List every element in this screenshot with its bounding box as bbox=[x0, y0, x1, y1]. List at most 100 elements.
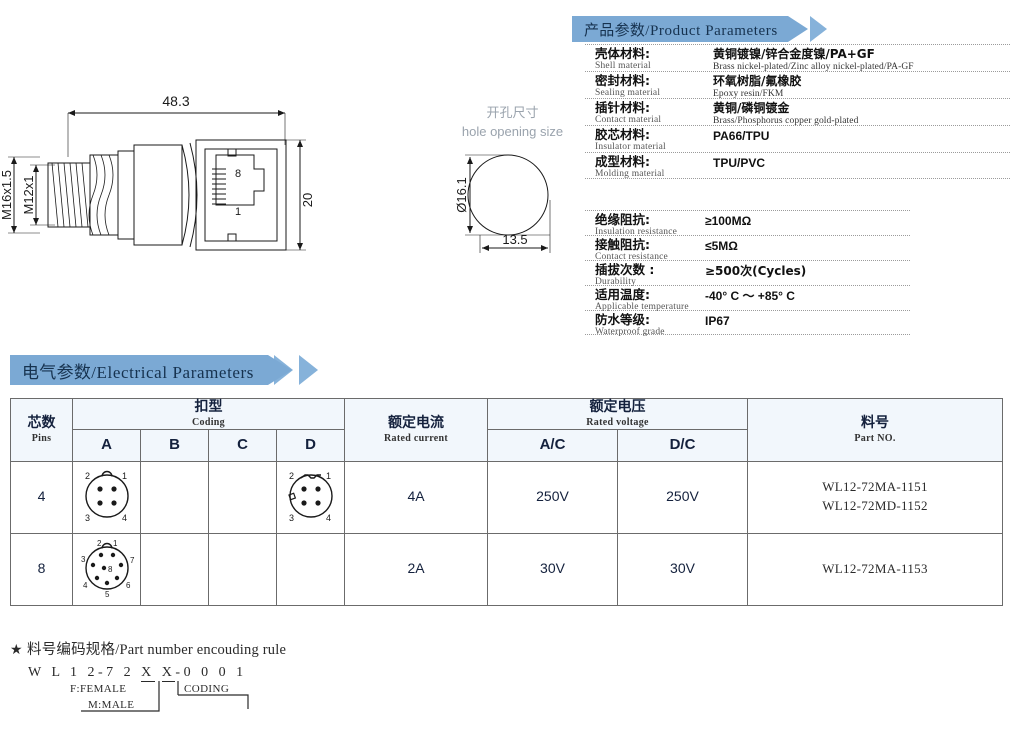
spec-name: 插拔次数 : Durability bbox=[585, 261, 705, 289]
banner-label: 产品参数/Product Parameters bbox=[584, 19, 778, 40]
spec-value-text: ≥500次(Cycles) bbox=[705, 264, 807, 278]
parameter-name-zh: 壳体材料: bbox=[595, 46, 650, 61]
encoding-leader-lines bbox=[81, 681, 249, 712]
encoding-title-en: Part number encouding rule bbox=[119, 642, 287, 658]
electrical-parameters-table: 芯数 Pins 扣型 Coding 额定电流 Rated current 额定电… bbox=[10, 398, 1003, 606]
length-dimension-label: 48.3 bbox=[162, 93, 189, 109]
parameter-name-zh: 密封材料: bbox=[595, 73, 650, 88]
cell-voltage-ac: 30V bbox=[487, 532, 618, 606]
parameter-value-zh: 黄铜镀镍/锌合金度镍/PA+GF bbox=[713, 47, 875, 61]
svg-text:1: 1 bbox=[326, 471, 331, 481]
header-partno-en: Part NO. bbox=[854, 432, 896, 444]
spec-value-text: IP67 bbox=[705, 314, 730, 328]
svg-text:5: 5 bbox=[105, 590, 110, 599]
svg-text:2: 2 bbox=[97, 539, 102, 548]
header-rated-voltage: 额定电压 Rated voltage bbox=[487, 398, 748, 430]
cell-coding-b bbox=[140, 460, 209, 534]
pinout-8pin-a-icon: 1 2 3 4 5 6 7 8 bbox=[81, 539, 135, 599]
inner-thread-label: M12x1 bbox=[21, 175, 36, 214]
spec-row: 插拔次数 : Durability ≥500次(Cycles) bbox=[585, 260, 910, 287]
spec-name: 适用温度: Applicable temperature bbox=[585, 286, 705, 314]
svg-text:3: 3 bbox=[81, 555, 86, 564]
banner-label-zh: 电气参数 bbox=[22, 362, 92, 383]
parameter-row: 壳体材料: Shell material 黄铜镀镍/锌合金度镍/PA+GF Br… bbox=[585, 44, 1010, 73]
banner-label-zh: 产品参数 bbox=[584, 20, 646, 39]
encoding-code-string: W L 1 2-7 2 X X-0 0 0 1 bbox=[28, 665, 410, 682]
table-header-row: 芯数 Pins 扣型 Coding 额定电流 Rated current 额定电… bbox=[10, 398, 1003, 462]
svg-text:6: 6 bbox=[126, 581, 131, 590]
cell-coding-d bbox=[276, 532, 345, 606]
part-number: WL12-72MA-1151 bbox=[822, 479, 928, 495]
parameter-value-zh: PA66/TPU bbox=[713, 129, 770, 143]
spec-value: IP67 bbox=[705, 311, 730, 328]
svg-text:7: 7 bbox=[130, 556, 135, 565]
banner-label-en: Electrical Parameters bbox=[96, 362, 255, 382]
cell-voltage-ac: 250V bbox=[487, 460, 618, 534]
code-suffix: -0 0 0 1 bbox=[175, 665, 247, 680]
spec-name-zh: 适用温度: bbox=[595, 287, 650, 302]
parameter-value: 黄铜/磷铜镀金 Brass/Phosphorus copper gold-pla… bbox=[713, 99, 858, 127]
header-coding-a: A bbox=[72, 428, 141, 462]
spec-value-text: ≥100MΩ bbox=[705, 214, 752, 228]
spec-value: -40° C ～ +85° C bbox=[705, 286, 795, 303]
spec-value-text: -40° C ～ +85° C bbox=[705, 289, 795, 303]
header-part-no: 料号 Part NO. bbox=[747, 398, 1003, 462]
spec-value: ≥100MΩ bbox=[705, 211, 751, 228]
materials-parameter-table: 壳体材料: Shell material 黄铜镀镍/锌合金度镍/PA+GF Br… bbox=[585, 44, 1010, 179]
svg-text:1: 1 bbox=[113, 539, 118, 548]
part-number: WL12-72MD-1152 bbox=[822, 498, 928, 514]
cell-coding-b bbox=[140, 532, 209, 606]
svg-text:3: 3 bbox=[289, 513, 294, 523]
jack-pin-1-label: 1 bbox=[235, 206, 241, 218]
parameter-name: 壳体材料: Shell material bbox=[585, 45, 713, 73]
hole-opening-title-en: hole opening size bbox=[461, 123, 564, 139]
svg-text:4: 4 bbox=[326, 513, 331, 523]
cell-voltage-dc: 250V bbox=[617, 460, 748, 534]
spec-row: 防水等级: Waterproof grade IP67 bbox=[585, 310, 910, 338]
cell-pins: 8 bbox=[10, 532, 73, 606]
parameter-value-zh: 环氧树脂/氟橡胶 bbox=[713, 74, 802, 88]
parameter-row: 胶芯材料: Insulator material PA66/TPU bbox=[585, 125, 1010, 152]
svg-text:1: 1 bbox=[122, 471, 127, 481]
pinout-4pin-a-icon: 1 2 3 4 bbox=[85, 470, 129, 523]
hole-diameter-label: Ø16.1 bbox=[454, 177, 469, 212]
spec-name-zh: 接触阻抗: bbox=[595, 237, 650, 252]
header-pins-en: Pins bbox=[31, 432, 52, 444]
parameter-value: PA66/TPU bbox=[713, 126, 769, 143]
banner-body: 电气参数/Electrical Parameters bbox=[10, 355, 293, 385]
connector-technical-drawing: 48.3 M16x1.5 M12x1 20 8 1 bbox=[0, 85, 360, 255]
header-coding-b: B bbox=[140, 428, 209, 462]
header-voltage-ac: A/C bbox=[487, 428, 618, 462]
header-voltage-dc: D/C bbox=[617, 428, 748, 462]
parameter-name-zh: 成型材料: bbox=[595, 154, 650, 169]
header-coding-c: C bbox=[208, 428, 277, 462]
banner-body: 产品参数/Product Parameters bbox=[572, 16, 808, 42]
cell-coding-d: 1 2 3 4 bbox=[276, 460, 345, 534]
star-icon: ★ bbox=[10, 641, 23, 657]
spec-name-en: Waterproof grade bbox=[595, 327, 665, 338]
outer-thread-label: M16x1.5 bbox=[0, 170, 14, 220]
header-partno-zh: 料号 bbox=[861, 415, 889, 431]
table-row: 8 1 2 3 4 5 6 7 8 2A 30V 30V WL12-72MA-1… bbox=[10, 532, 1003, 606]
hole-opening-title: 开孔尺寸 hole opening size bbox=[420, 105, 605, 140]
spec-row: 适用温度: Applicable temperature -40° C ～ +8… bbox=[585, 285, 910, 312]
cell-part-numbers: WL12-72MA-1151 WL12-72MD-1152 bbox=[747, 460, 1003, 534]
product-parameters-banner: 产品参数/Product Parameters bbox=[572, 16, 827, 42]
spec-row: 接触阻抗: Contact resistance ≤5MΩ bbox=[585, 235, 910, 262]
cell-coding-a: 1 2 3 4 bbox=[72, 460, 141, 534]
code-placeholder-gender: X bbox=[141, 665, 155, 682]
parameter-name: 胶芯材料: Insulator material bbox=[585, 126, 713, 154]
header-current-zh: 额定电流 bbox=[388, 415, 444, 431]
spec-name-zh: 插拔次数 : bbox=[595, 262, 655, 277]
cell-rated-current: 4A bbox=[344, 460, 488, 534]
encoding-legend: F:FEMALE M:MALE CODING bbox=[28, 681, 410, 735]
header-voltage-en: Rated voltage bbox=[586, 416, 649, 428]
header-pins: 芯数 Pins bbox=[10, 398, 73, 462]
spec-name-zh: 绝缘阻抗: bbox=[595, 212, 650, 227]
chevron-icon bbox=[809, 16, 827, 42]
svg-text:2: 2 bbox=[85, 471, 90, 481]
header-pins-zh: 芯数 bbox=[27, 415, 56, 431]
encoding-title-zh: 料号编码规格 bbox=[27, 642, 116, 658]
parameter-name: 密封材料: Sealing material bbox=[585, 72, 713, 100]
